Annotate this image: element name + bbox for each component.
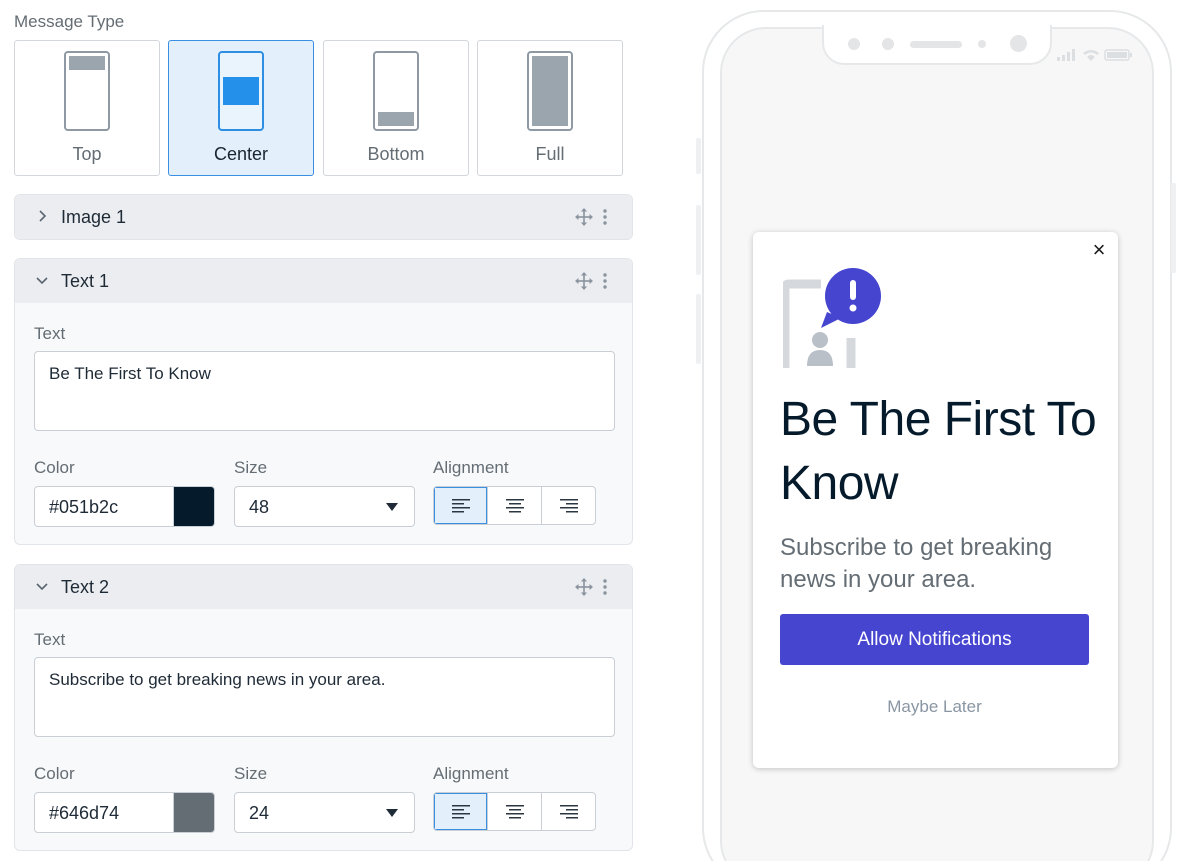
text-2-size-label: Size [234,764,268,783]
text-1-size-value: 48 [249,497,270,517]
text-1-color-label: Color [34,458,75,477]
text-2-alignment-label: Alignment [433,764,509,783]
more-vertical-icon[interactable] [602,209,608,225]
text-2-text-input[interactable]: Subscribe to get breaking news in your a… [34,657,615,737]
message-type-top-label: Top [72,144,102,164]
text-1-size-label: Size [234,458,268,477]
phone-volume-up [696,205,701,275]
text-1-align-right-button[interactable] [541,487,595,524]
phone-notch [822,25,1052,65]
text-2-color-hex: #646d74 [49,803,120,823]
text-2-size-value: 24 [249,803,270,823]
message-type-top[interactable]: Top [14,40,160,176]
align-right-icon [559,804,578,818]
text-1-align-left-button[interactable] [434,487,487,524]
message-type-center-label: Center [213,144,269,164]
text-2-size-select[interactable]: 24 [234,792,415,833]
phone-volume-down [696,294,701,364]
text-1-text-label: Text [34,324,66,343]
text-1-alignment-label: Alignment [433,458,509,477]
align-center-icon [505,498,524,512]
speaker-grille [910,41,962,48]
panel-text-2: Text 2 Text Subscribe to get breaking ne… [14,564,633,851]
move-icon[interactable] [575,208,593,226]
text-1-color-hex: #051b2c [49,497,119,517]
text-1-alignment-group [433,486,596,525]
bottom-layout-icon [373,51,419,131]
text-2-align-right-button[interactable] [541,793,595,830]
sensor-dot [978,40,986,48]
text-2-align-left-button[interactable] [434,793,487,830]
panel-image-1-title: Image 1 [61,207,127,227]
text-1-color-swatch[interactable] [173,487,214,526]
message-type-label: Message Type [14,12,125,31]
text-1-align-center-button[interactable] [487,487,541,524]
align-right-icon [559,498,578,512]
maybe-later-link[interactable]: Maybe Later [780,697,1089,717]
text-2-alignment-group [433,792,596,831]
phone-mute-switch [696,138,701,174]
message-type-selector: Top Center Bottom Full [14,40,623,176]
center-layout-icon [218,51,264,131]
text-1-size-select[interactable]: 48 [234,486,415,527]
align-left-icon [451,498,470,512]
move-icon[interactable] [575,272,593,290]
top-layout-icon [64,51,110,131]
message-type-center[interactable]: Center [168,40,314,176]
more-vertical-icon[interactable] [602,273,608,289]
close-icon[interactable]: × [1089,239,1109,261]
message-type-bottom[interactable]: Bottom [323,40,469,176]
text-2-align-center-button[interactable] [487,793,541,830]
sensor-dot [848,38,860,50]
text-1-text-input[interactable]: Be The First To Know [34,351,615,431]
chevron-down-icon[interactable] [34,578,50,594]
message-type-full-label: Full [535,144,565,164]
camera-dot [1010,35,1027,52]
panel-text-1-title: Text 1 [61,271,110,291]
panel-text-1: Text 1 Text Be The First To Know Color S… [14,258,633,545]
chevron-right-icon[interactable] [34,208,50,224]
text-2-color-input[interactable]: #646d74 [34,792,215,833]
caret-down-icon [386,503,398,511]
message-type-full[interactable]: Full [477,40,623,176]
modal-headline: Be The First To Know [780,393,1097,510]
full-layout-icon [527,51,573,131]
center-message-modal: × Be The First To Know Subscribe to get … [753,232,1118,768]
align-left-icon [451,804,470,818]
align-center-icon [505,804,524,818]
status-bar-icons [1057,49,1132,61]
message-type-bottom-label: Bottom [367,144,425,164]
allow-notifications-button[interactable]: Allow Notifications [780,614,1089,665]
panel-image-1-header[interactable]: Image 1 [15,195,632,239]
chevron-down-icon[interactable] [34,272,50,288]
move-icon[interactable] [575,578,593,596]
sensor-dot [882,38,894,50]
panel-text-2-header[interactable]: Text 2 [15,565,632,609]
panel-text-2-title: Text 2 [61,577,110,597]
more-vertical-icon[interactable] [602,579,608,595]
notification-alert-icon [783,268,881,368]
text-2-text-label: Text [34,630,66,649]
panel-image-1: Image 1 [14,194,633,240]
phone-power-button [1171,183,1176,273]
panel-text-1-header[interactable]: Text 1 [15,259,632,303]
text-2-color-label: Color [34,764,75,783]
caret-down-icon [386,809,398,817]
modal-subtext: Subscribe to get breaking news in your a… [780,534,1053,593]
text-2-color-swatch[interactable] [173,793,214,832]
text-1-color-input[interactable]: #051b2c [34,486,215,527]
